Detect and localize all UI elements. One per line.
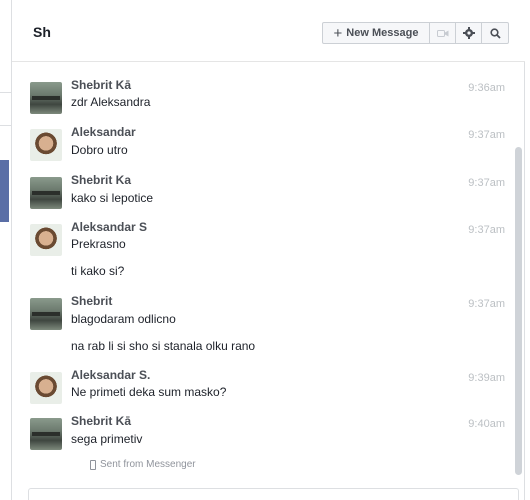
message-text: sega primetiv: [71, 432, 143, 446]
phone-icon: [90, 459, 96, 470]
scrollbar[interactable]: [515, 147, 522, 475]
conversation-title: Sh: [33, 24, 51, 40]
message-time: 9:36am: [468, 82, 505, 94]
message-text: Prekrasno: [71, 237, 126, 251]
message-text: ti kako si?: [71, 264, 125, 278]
message-time: 9:37am: [468, 129, 505, 141]
message-group: Shebrit Kā 9:40am sega primetiv: [30, 414, 515, 454]
sender-name[interactable]: Aleksandar S: [71, 220, 147, 234]
message-text: na rab li si sho si stanala olku rano: [71, 339, 256, 353]
sender-name[interactable]: Shebrit Kā: [71, 414, 131, 428]
video-camera-icon: [436, 29, 448, 37]
message-group: Aleksandar S. 9:39am Ne primeti deka sum…: [30, 368, 515, 408]
page-divider: [0, 125, 11, 126]
sender-name[interactable]: Aleksandar S.: [71, 368, 150, 382]
message-time: 9:37am: [468, 177, 505, 189]
message-text: Ne primeti deka sum masko?: [71, 385, 227, 399]
message-time: 9:37am: [468, 224, 505, 236]
gear-icon: [462, 27, 475, 39]
page-divider: [0, 92, 11, 93]
sent-from-label: Sent from Messenger: [100, 459, 196, 470]
search-icon: [489, 27, 501, 39]
message-composer[interactable]: [28, 488, 519, 500]
message-group: Aleksandar 9:37am Dobro utro: [30, 125, 515, 165]
message-text: kako si lepotice: [71, 191, 154, 205]
message-group: Shebrit 9:37am blagodaram odlicno na rab…: [30, 294, 515, 354]
avatar[interactable]: [30, 298, 62, 330]
header-toolbar: + New Message: [322, 22, 509, 44]
avatar[interactable]: [30, 129, 62, 161]
avatar[interactable]: [30, 418, 62, 450]
conversation-header: Sh + New Message: [12, 0, 525, 62]
new-message-label: New Message: [346, 27, 419, 39]
video-call-button[interactable]: [430, 23, 456, 43]
sender-name[interactable]: Shebrit: [71, 294, 112, 308]
message-time: 9:39am: [468, 372, 505, 384]
plus-icon: +: [333, 24, 343, 42]
message-text: blagodaram odlicno: [71, 312, 176, 326]
search-button[interactable]: [482, 23, 508, 43]
sender-name[interactable]: Aleksandar: [71, 125, 136, 139]
message-time: 9:37am: [468, 298, 505, 310]
avatar[interactable]: [30, 82, 62, 114]
settings-button[interactable]: [456, 23, 482, 43]
background-nav-block: [0, 160, 9, 222]
message-group: Shebrit Ka 9:37am kako si lepotice: [30, 173, 515, 213]
message-text: Dobro utro: [71, 143, 128, 157]
avatar[interactable]: [30, 177, 62, 209]
message-group: Shebrit Kā 9:36am zdr Aleksandra: [30, 78, 515, 118]
message-text: zdr Aleksandra: [71, 95, 151, 109]
avatar[interactable]: [30, 224, 62, 256]
conversation-window: Sh + New Message Shebrit Kā 9:36am zdr A…: [11, 0, 525, 500]
sender-name[interactable]: Shebrit Kā: [71, 78, 131, 92]
avatar[interactable]: [30, 372, 62, 404]
message-time: 9:40am: [468, 418, 505, 430]
message-group: Aleksandar S 9:37am Prekrasno ti kako si…: [30, 220, 515, 280]
message-list[interactable]: Shebrit Kā 9:36am zdr Aleksandra Aleksan…: [12, 63, 525, 483]
sent-from-messenger: Sent from Messenger: [90, 459, 196, 470]
new-message-button[interactable]: + New Message: [323, 23, 430, 43]
sender-name[interactable]: Shebrit Ka: [71, 173, 131, 187]
